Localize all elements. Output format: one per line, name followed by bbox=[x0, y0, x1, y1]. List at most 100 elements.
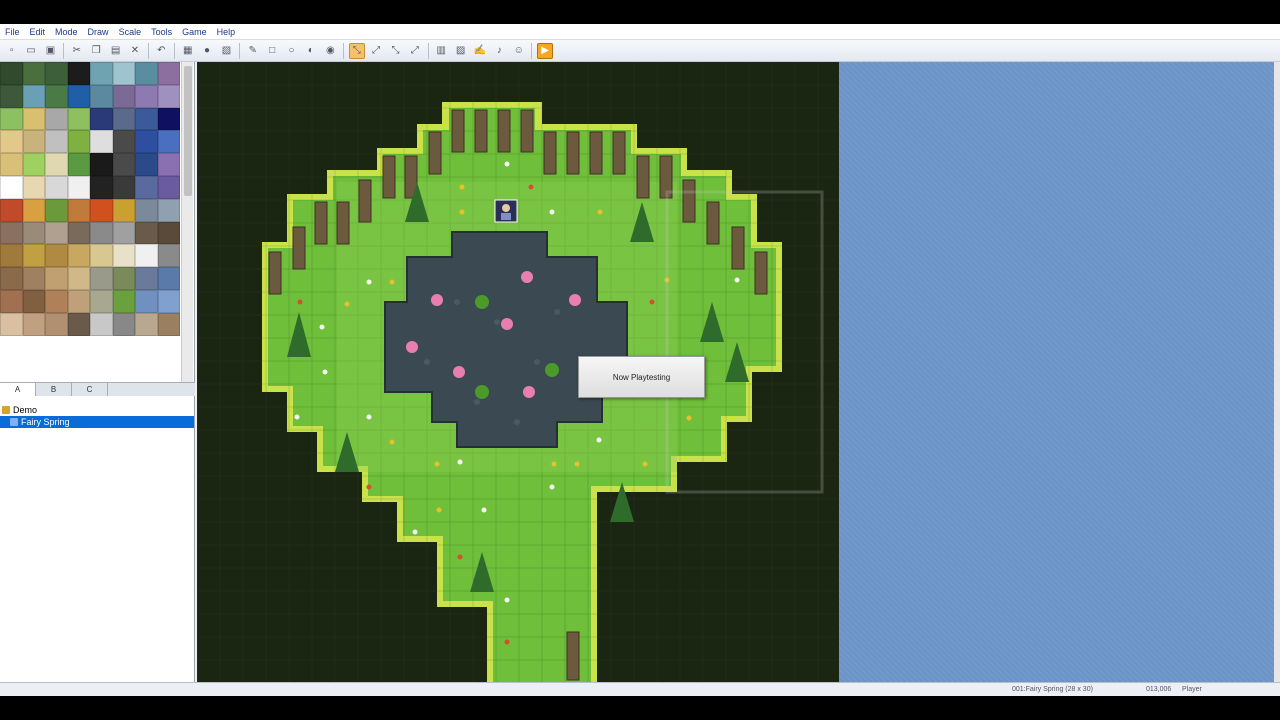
tileset-tile[interactable] bbox=[45, 62, 68, 85]
tileset-palette[interactable] bbox=[0, 62, 180, 382]
tab-a[interactable]: A bbox=[0, 383, 36, 396]
tileset-tile[interactable] bbox=[112, 175, 135, 199]
tileset-tile[interactable] bbox=[135, 62, 158, 85]
sound-test-icon[interactable]: ♪ bbox=[491, 43, 507, 59]
menu-game[interactable]: Game bbox=[177, 24, 212, 40]
tree-map-fairy-spring[interactable]: Fairy Spring bbox=[0, 416, 194, 428]
tileset-tile[interactable] bbox=[135, 107, 158, 131]
tileset-tile[interactable] bbox=[67, 312, 90, 336]
tileset-tile[interactable] bbox=[157, 62, 180, 85]
tileset-tile[interactable] bbox=[112, 198, 135, 222]
paste-icon[interactable]: ▤ bbox=[108, 43, 124, 59]
tileset-tile[interactable] bbox=[157, 312, 180, 336]
flood-fill-icon[interactable]: ◐ bbox=[303, 43, 319, 59]
rectangle-icon[interactable]: □ bbox=[264, 43, 280, 59]
scrollbar-thumb[interactable] bbox=[184, 66, 192, 196]
tileset-tile[interactable] bbox=[67, 130, 90, 154]
tileset-tile[interactable] bbox=[22, 244, 45, 268]
tileset-tile[interactable] bbox=[22, 153, 45, 176]
tileset-tile[interactable] bbox=[112, 130, 135, 154]
tileset-tile[interactable] bbox=[135, 175, 158, 199]
tileset-tile[interactable] bbox=[157, 244, 180, 268]
event-mode-icon[interactable]: ● bbox=[199, 43, 215, 59]
new-project-icon[interactable]: ▫ bbox=[4, 43, 20, 59]
tileset-tile[interactable] bbox=[67, 84, 90, 108]
tileset-tile[interactable] bbox=[112, 153, 135, 176]
menu-mode[interactable]: Mode bbox=[50, 24, 83, 40]
menu-tools[interactable]: Tools bbox=[146, 24, 177, 40]
tileset-tile[interactable] bbox=[67, 198, 90, 222]
undo-icon[interactable]: ↶ bbox=[153, 43, 169, 59]
tileset-tile[interactable] bbox=[90, 107, 113, 131]
tileset-tile[interactable] bbox=[112, 244, 135, 268]
tileset-tile[interactable] bbox=[90, 244, 113, 268]
tileset-tile[interactable] bbox=[0, 267, 23, 290]
tileset-tile[interactable] bbox=[67, 221, 90, 245]
tileset-tile[interactable] bbox=[135, 153, 158, 176]
tileset-tile[interactable] bbox=[90, 153, 113, 176]
menu-help[interactable]: Help bbox=[212, 24, 241, 40]
tileset-tile[interactable] bbox=[157, 84, 180, 108]
tileset-tile[interactable] bbox=[45, 107, 68, 131]
tileset-tile[interactable] bbox=[157, 198, 180, 222]
tileset-tile[interactable] bbox=[0, 62, 23, 85]
tileset-tile[interactable] bbox=[0, 107, 23, 131]
tileset-tile[interactable] bbox=[112, 267, 135, 290]
tileset-tile[interactable] bbox=[157, 130, 180, 154]
tileset-tile[interactable] bbox=[22, 107, 45, 131]
tileset-tile[interactable] bbox=[112, 312, 135, 336]
tileset-scrollbar[interactable] bbox=[181, 62, 193, 382]
menu-file[interactable]: File bbox=[0, 24, 25, 40]
tileset-tile[interactable] bbox=[90, 289, 113, 313]
tileset-tile[interactable] bbox=[45, 130, 68, 154]
tileset-tile[interactable] bbox=[67, 289, 90, 313]
tileset-tile[interactable] bbox=[22, 130, 45, 154]
zoom-1-4-icon[interactable]: ⤡ bbox=[387, 43, 403, 59]
tileset-tile[interactable] bbox=[22, 312, 45, 336]
tileset-tile[interactable] bbox=[45, 84, 68, 108]
tileset-tile[interactable] bbox=[0, 175, 23, 199]
delete-icon[interactable]: ✕ bbox=[127, 43, 143, 59]
tileset-tile[interactable] bbox=[135, 244, 158, 268]
tileset-tile[interactable] bbox=[112, 62, 135, 85]
tileset-tile[interactable] bbox=[45, 312, 68, 336]
tileset-tile[interactable] bbox=[67, 244, 90, 268]
tileset-tile[interactable] bbox=[0, 153, 23, 176]
tileset-tile[interactable] bbox=[135, 130, 158, 154]
menu-draw[interactable]: Draw bbox=[83, 24, 114, 40]
tileset-tile[interactable] bbox=[22, 289, 45, 313]
tileset-tile[interactable] bbox=[112, 84, 135, 108]
resource-manager-icon[interactable]: ▨ bbox=[453, 43, 469, 59]
tileset-tile[interactable] bbox=[22, 267, 45, 290]
tileset-tile[interactable] bbox=[0, 221, 23, 245]
tileset-tile[interactable] bbox=[0, 198, 23, 222]
tileset-tile[interactable] bbox=[157, 267, 180, 290]
tileset-tile[interactable] bbox=[157, 221, 180, 245]
tileset-tile[interactable] bbox=[135, 198, 158, 222]
tileset-tile[interactable] bbox=[22, 198, 45, 222]
map-scrollbar[interactable] bbox=[1274, 62, 1280, 682]
tileset-tile[interactable] bbox=[67, 175, 90, 199]
tileset-tile[interactable] bbox=[45, 153, 68, 176]
tileset-tile[interactable] bbox=[112, 289, 135, 313]
tileset-tile[interactable] bbox=[90, 175, 113, 199]
zoom-1-2-icon[interactable]: ⤢ bbox=[368, 43, 384, 59]
tileset-tile[interactable] bbox=[157, 289, 180, 313]
tileset-tile[interactable] bbox=[135, 84, 158, 108]
tileset-tile[interactable] bbox=[67, 267, 90, 290]
menu-scale[interactable]: Scale bbox=[114, 24, 147, 40]
tab-b[interactable]: B bbox=[36, 383, 72, 396]
cut-icon[interactable]: ✂ bbox=[69, 43, 85, 59]
tileset-tile[interactable] bbox=[0, 312, 23, 336]
ellipse-icon[interactable]: ○ bbox=[284, 43, 300, 59]
copy-icon[interactable]: ❐ bbox=[88, 43, 104, 59]
tileset-tile[interactable] bbox=[22, 62, 45, 85]
shadow-pen-icon[interactable]: ◉ bbox=[322, 43, 338, 59]
tileset-tile[interactable] bbox=[157, 175, 180, 199]
tileset-tile[interactable] bbox=[135, 312, 158, 336]
tileset-tile[interactable] bbox=[90, 84, 113, 108]
menu-edit[interactable]: Edit bbox=[25, 24, 51, 40]
tileset-tile[interactable] bbox=[135, 267, 158, 290]
database-icon[interactable]: ▥ bbox=[433, 43, 449, 59]
tileset-tile[interactable] bbox=[90, 267, 113, 290]
